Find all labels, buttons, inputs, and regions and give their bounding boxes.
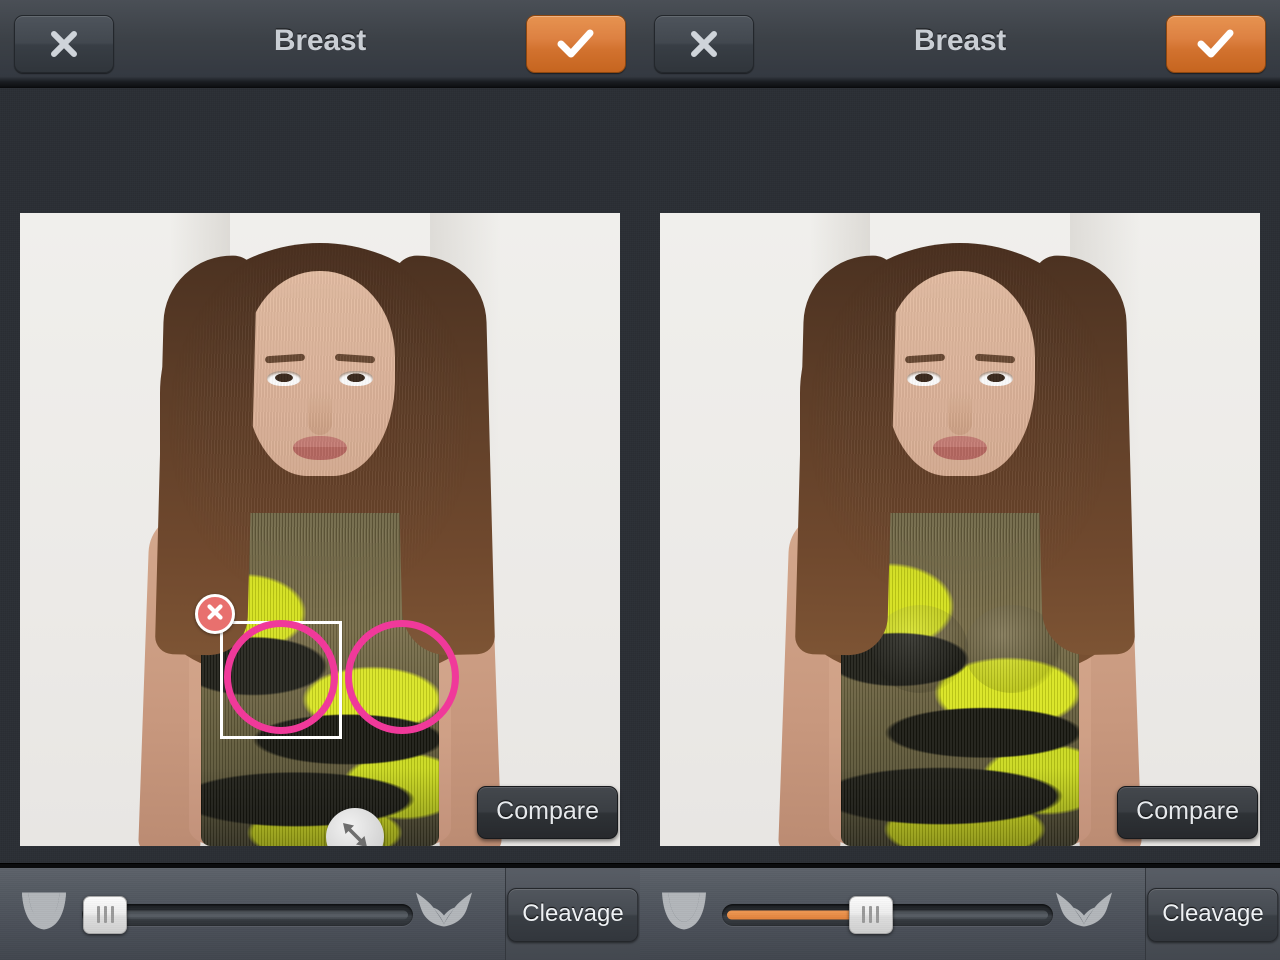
eyebrow-left bbox=[264, 353, 306, 364]
slider-track bbox=[82, 903, 413, 926]
lips bbox=[293, 436, 347, 460]
cleavage-zone-right: Cleavage bbox=[1145, 868, 1280, 960]
confirm-button-left[interactable] bbox=[526, 15, 626, 73]
app-root: Breast Breast Compare Compare Cleavage C… bbox=[0, 0, 1280, 960]
eye-left bbox=[267, 371, 301, 386]
slider-group-left bbox=[0, 868, 505, 960]
breast-size-slider-right[interactable] bbox=[722, 895, 1053, 934]
breast-size-slider-left[interactable] bbox=[82, 895, 413, 934]
checkmark-icon bbox=[527, 16, 625, 72]
full-bra-icon bbox=[413, 888, 475, 941]
cleavage-button-left[interactable]: Cleavage bbox=[507, 887, 639, 942]
hair-front-right bbox=[1032, 253, 1136, 657]
compare-button-right[interactable]: Compare bbox=[1117, 786, 1258, 839]
photo-canvas-left[interactable] bbox=[20, 213, 620, 846]
eye-right bbox=[339, 371, 373, 386]
thumb-grip-line bbox=[103, 906, 107, 923]
garment-hem bbox=[201, 768, 439, 846]
full-bra-icon bbox=[1053, 888, 1115, 941]
slider-thumb-left[interactable] bbox=[83, 895, 128, 934]
compare-button-left[interactable]: Compare bbox=[477, 786, 618, 839]
close-button-left[interactable] bbox=[14, 15, 114, 73]
bottom-toolbar: Cleavage Cleavage bbox=[0, 863, 1280, 960]
slider-groove bbox=[87, 910, 408, 919]
lips bbox=[933, 436, 987, 460]
editor-pane-left: Compare bbox=[0, 88, 640, 863]
nose bbox=[308, 389, 332, 435]
garment-hem bbox=[841, 768, 1079, 846]
thumb-grip-line bbox=[110, 906, 114, 923]
eyebrow-right bbox=[334, 353, 376, 364]
face bbox=[885, 271, 1035, 476]
slider-group-right bbox=[640, 868, 1145, 960]
checkmark-icon bbox=[1167, 16, 1265, 72]
editor-pane-right: Compare bbox=[640, 88, 1280, 863]
portrait-photo-edited bbox=[660, 213, 1260, 846]
delete-selection-button[interactable] bbox=[195, 594, 235, 634]
photo-canvas-right[interactable] bbox=[660, 213, 1260, 846]
delete-x-icon bbox=[204, 601, 226, 628]
close-x-icon bbox=[15, 16, 113, 72]
close-x-icon bbox=[655, 16, 753, 72]
eyebrow-left bbox=[904, 353, 946, 364]
small-bra-icon bbox=[16, 889, 72, 940]
thumb-grip-line bbox=[869, 906, 873, 923]
hair-front-right bbox=[392, 253, 496, 657]
close-button-right[interactable] bbox=[654, 15, 754, 73]
thumb-grip-line bbox=[96, 906, 100, 923]
eye-left bbox=[907, 371, 941, 386]
portrait-photo-original bbox=[20, 213, 620, 846]
thumb-grip-line bbox=[862, 906, 866, 923]
selection-circle-left[interactable] bbox=[224, 620, 338, 734]
slider-thumb-right[interactable] bbox=[848, 895, 893, 934]
top-toolbar: Breast Breast bbox=[0, 0, 1280, 88]
eye-right bbox=[979, 371, 1013, 386]
thumb-grip-line bbox=[876, 906, 880, 923]
cleavage-zone-left: Cleavage bbox=[505, 868, 640, 960]
selection-circle-right[interactable] bbox=[345, 620, 459, 734]
cleavage-button-right[interactable]: Cleavage bbox=[1147, 887, 1279, 942]
editor-workspace: Compare Compare bbox=[0, 88, 1280, 863]
diagonal-resize-arrow-icon bbox=[337, 817, 373, 846]
face bbox=[245, 271, 395, 476]
confirm-button-right[interactable] bbox=[1166, 15, 1266, 73]
nose bbox=[948, 389, 972, 435]
small-bra-icon bbox=[656, 889, 712, 940]
eyebrow-right bbox=[974, 353, 1016, 364]
hair-front-left bbox=[794, 253, 898, 657]
top-toolbar-left-panel: Breast bbox=[0, 0, 640, 86]
top-toolbar-right-panel: Breast bbox=[640, 0, 1280, 86]
